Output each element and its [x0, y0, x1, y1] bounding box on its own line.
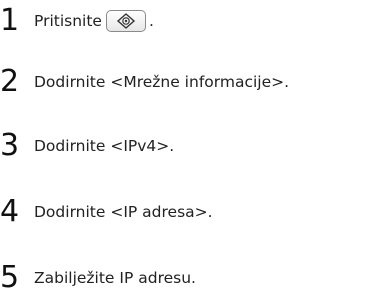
step-1: 1 Pritisnite .: [0, 3, 154, 39]
step-text: Dodirnite <Mrežne informacije>.: [34, 73, 290, 91]
step-period: .: [148, 12, 154, 30]
step-5: 5 Zabilježite IP adresu.: [0, 260, 196, 296]
step-text: Pritisnite .: [34, 10, 154, 32]
step-label: Pritisnite: [34, 12, 102, 30]
step-2: 2 Dodirnite <Mrežne informacije>.: [0, 64, 289, 100]
step-number: 4: [0, 194, 20, 229]
step-text: Dodirnite <IP adresa>.: [34, 203, 213, 221]
step-4: 4 Dodirnite <IP adresa>.: [0, 194, 213, 230]
step-number: 5: [0, 260, 20, 295]
step-number: 3: [0, 128, 20, 163]
settings-key-icon: [116, 13, 136, 29]
step-3: 3 Dodirnite <IPv4>.: [0, 128, 174, 164]
step-number: 2: [0, 64, 20, 99]
step-number: 1: [0, 3, 20, 38]
settings-key-button[interactable]: [105, 10, 146, 32]
instruction-steps: 1 Pritisnite . 2 Dodirnite <Mrežne infor…: [0, 0, 372, 307]
step-text: Zabilježite IP adresu.: [34, 269, 196, 287]
step-text: Dodirnite <IPv4>.: [34, 137, 175, 155]
